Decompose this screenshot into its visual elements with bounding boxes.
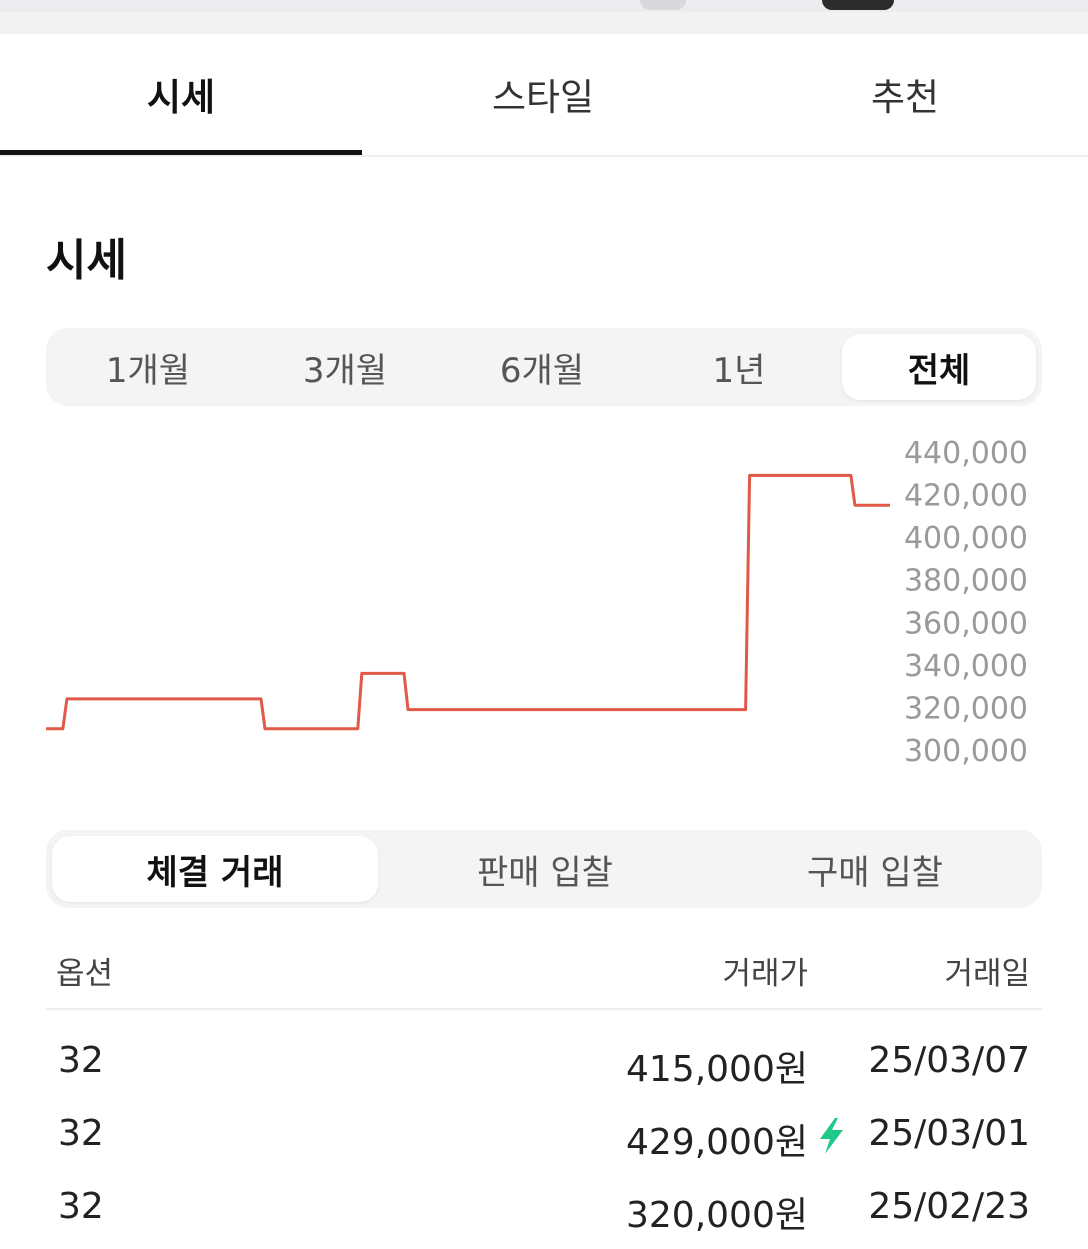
- period-all[interactable]: 전체: [842, 334, 1036, 400]
- tab-sell-bids[interactable]: 판매 입찰: [382, 836, 708, 902]
- period-1-year[interactable]: 1년: [642, 334, 836, 400]
- period-selector: 1개월 3개월 6개월 1년 전체: [46, 328, 1042, 406]
- period-6-months[interactable]: 6개월: [445, 334, 639, 400]
- detail-tabs: 시세 스타일 추천: [0, 34, 1088, 157]
- row-option: 32: [58, 1186, 104, 1227]
- header-price: 거래가: [722, 956, 808, 992]
- trade-table-body: 32 415,000원 25/03/07 32 429,000원 25/03/0…: [46, 1030, 1042, 1249]
- row-date: 25/03/07: [868, 1040, 1030, 1081]
- row-option: 32: [58, 1040, 104, 1081]
- trade-table-header: 옵션 거래가 거래일: [46, 940, 1042, 1000]
- y-tick-label: 380,000: [904, 564, 1028, 599]
- price-chart[interactable]: 440,000 420,000 400,000 380,000 360,000 340,0…: [0, 420, 1088, 790]
- y-tick-label: 360,000: [904, 606, 1028, 641]
- lightning-bolt-icon: [820, 1118, 843, 1154]
- tabs-divider: [0, 155, 1088, 157]
- trade-type-selector: 체결 거래 판매 입찰 구매 입찰: [46, 830, 1042, 908]
- row-price: 320,000원: [626, 1195, 808, 1236]
- table-row: 32 320,000원 25/02/23: [46, 1176, 1042, 1249]
- section-title: 시세: [46, 235, 127, 286]
- y-tick-label: 300,000: [904, 734, 1028, 769]
- table-divider: [46, 1008, 1042, 1010]
- row-price: 429,000원: [626, 1122, 808, 1163]
- row-option: 32: [58, 1113, 104, 1154]
- header-option: 옵션: [56, 956, 114, 992]
- header-date: 거래일: [944, 956, 1030, 992]
- tab-style[interactable]: 스타일: [362, 34, 724, 154]
- tab-buy-bids[interactable]: 구매 입찰: [712, 836, 1038, 902]
- y-tick-label: 400,000: [904, 521, 1028, 556]
- table-row: 32 415,000원 25/03/07: [46, 1030, 1042, 1103]
- product-image-shoe-right: [822, 0, 894, 10]
- row-date: 25/03/01: [868, 1113, 1030, 1154]
- product-image-shoe-left: [640, 0, 686, 10]
- row-date: 25/02/23: [868, 1186, 1030, 1227]
- product-image-strip: [0, 0, 1088, 34]
- tab-completed-trades[interactable]: 체결 거래: [52, 836, 378, 902]
- tab-price[interactable]: 시세: [0, 34, 362, 154]
- product-image-bg: [0, 0, 1088, 12]
- price-line-series: [46, 473, 890, 731]
- y-tick-label: 320,000: [904, 691, 1028, 726]
- tab-recommend[interactable]: 추천: [724, 34, 1086, 154]
- period-1-month[interactable]: 1개월: [51, 334, 245, 400]
- y-tick-label: 340,000: [904, 649, 1028, 684]
- row-price: 415,000원: [626, 1049, 808, 1090]
- y-tick-label: 440,000: [904, 436, 1028, 471]
- y-tick-label: 420,000: [904, 479, 1028, 514]
- table-row: 32 429,000원 25/03/01: [46, 1103, 1042, 1176]
- period-3-months[interactable]: 3개월: [248, 334, 442, 400]
